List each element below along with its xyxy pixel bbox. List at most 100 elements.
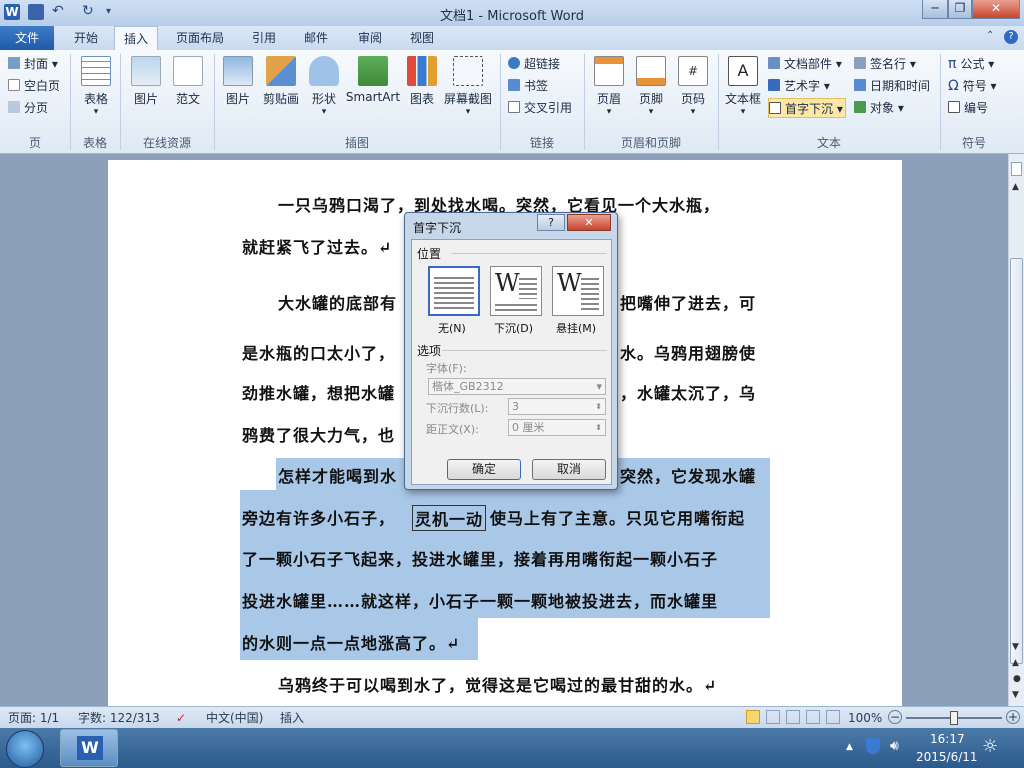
cross-reference-button[interactable]: 交叉引用 bbox=[508, 98, 572, 118]
print-layout-icon[interactable] bbox=[746, 710, 760, 724]
object-button[interactable]: 对象 ▾ bbox=[854, 98, 904, 118]
font-select[interactable]: 楷体_GB2312 ▾ bbox=[428, 378, 606, 395]
page-indicator[interactable]: 页面: 1/1 bbox=[8, 710, 59, 726]
insert-picture-button[interactable]: 图片 bbox=[220, 56, 256, 107]
web-layout-icon[interactable] bbox=[786, 710, 800, 724]
taskbar-word-button[interactable]: W bbox=[60, 729, 118, 767]
spin-icon: ⬍ bbox=[595, 423, 602, 432]
table-label: 表格 bbox=[83, 92, 108, 106]
tab-page-layout[interactable]: 页面布局 bbox=[168, 26, 232, 50]
equation-button[interactable]: π 公式 ▾ bbox=[948, 54, 994, 74]
symbol-button[interactable]: Ω 符号 ▾ bbox=[948, 76, 997, 96]
scroll-down-icon[interactable]: ▼ bbox=[1012, 642, 1019, 652]
quick-parts-button[interactable]: 文档部件 ▾ bbox=[768, 54, 842, 74]
page-break-label: 分页 bbox=[24, 101, 49, 115]
minimize-button[interactable]: ─ bbox=[922, 0, 948, 19]
signature-line-button[interactable]: 签名行 ▾ bbox=[854, 54, 916, 74]
drop-cap-option-dropped[interactable]: W bbox=[490, 266, 542, 316]
tab-review[interactable]: 审阅 bbox=[348, 26, 392, 50]
scroll-up-icon[interactable]: ▲ bbox=[1012, 182, 1019, 192]
online-picture-button[interactable]: 图片 bbox=[126, 56, 166, 107]
spin-icon: ⬍ bbox=[595, 402, 602, 411]
language-indicator[interactable]: 中文(中国) bbox=[206, 710, 263, 726]
dialog-close-button[interactable]: ✕ bbox=[567, 214, 611, 231]
dialog-title: 首字下沉 bbox=[413, 221, 462, 235]
close-button[interactable]: ✕ bbox=[972, 0, 1020, 19]
notification-icon[interactable]: ☼ bbox=[982, 736, 1008, 760]
zoom-out-icon[interactable]: − bbox=[888, 710, 902, 724]
outline-icon[interactable] bbox=[806, 710, 820, 724]
ok-button[interactable]: 确定 bbox=[447, 459, 521, 480]
ribbon-collapse-icon[interactable]: ⌃ bbox=[986, 30, 1000, 44]
scroll-thumb[interactable] bbox=[1010, 258, 1023, 664]
clock-time[interactable]: 16:17 bbox=[930, 732, 965, 746]
volume-icon[interactable]: 🔊︎ bbox=[890, 738, 899, 754]
bookmark-button[interactable]: 书签 bbox=[508, 76, 548, 96]
proofing-icon[interactable]: ✓ bbox=[176, 710, 186, 726]
date-time-label: 日期和时间 bbox=[870, 79, 931, 93]
cover-page-button[interactable]: 封面 ▾ bbox=[8, 54, 58, 74]
zoom-slider-thumb[interactable] bbox=[950, 711, 958, 725]
zoom-level[interactable]: 100% bbox=[848, 710, 882, 726]
start-button[interactable] bbox=[6, 730, 44, 768]
page-break-button[interactable]: 分页 bbox=[8, 98, 48, 118]
insert-mode-indicator[interactable]: 插入 bbox=[280, 710, 304, 726]
textbox-button[interactable]: A 文本框 ▾ bbox=[722, 56, 764, 117]
header-label: 页眉 bbox=[596, 92, 621, 106]
screenshot-button[interactable]: 屏幕截图 ▾ bbox=[442, 56, 494, 117]
ruler-toggle-icon[interactable] bbox=[1011, 162, 1022, 176]
shield-icon[interactable] bbox=[866, 738, 880, 754]
clipart-button[interactable]: 剪贴画 bbox=[260, 56, 302, 107]
template-button[interactable]: 范文 bbox=[168, 56, 208, 107]
numbering-button[interactable]: 编号 bbox=[948, 98, 988, 118]
distance-stepper[interactable]: 0 厘米 ⬍ bbox=[508, 419, 606, 436]
wordart-button[interactable]: 艺术字 ▾ bbox=[768, 76, 830, 96]
header-button[interactable]: 页眉 ▾ bbox=[590, 56, 628, 117]
draft-icon[interactable] bbox=[826, 710, 840, 724]
tab-references[interactable]: 引用 bbox=[242, 26, 286, 50]
tab-mailings[interactable]: 邮件 bbox=[294, 26, 338, 50]
drop-cap-option-margin[interactable]: W bbox=[552, 266, 604, 316]
chart-button[interactable]: 图表 bbox=[404, 56, 440, 107]
help-icon[interactable]: ? bbox=[1004, 30, 1018, 44]
hyperlink-label: 超链接 bbox=[524, 57, 561, 71]
footer-button[interactable]: 页脚 ▾ bbox=[632, 56, 670, 117]
full-screen-reading-icon[interactable] bbox=[766, 710, 780, 724]
previous-page-icon[interactable]: ▲ bbox=[1012, 658, 1019, 668]
page-number-button[interactable]: # 页码 ▾ bbox=[674, 56, 712, 117]
title-bar: W ↶ ↻ ▾ 文档1 - Microsoft Word ─ ❐ ✕ bbox=[0, 0, 1024, 26]
show-hidden-icons-icon[interactable]: ▲ bbox=[846, 742, 853, 752]
group-label-pages: 页 bbox=[28, 136, 41, 150]
hyperlink-button[interactable]: 超链接 bbox=[508, 54, 560, 74]
textbox-label: 文本框 bbox=[724, 92, 761, 106]
page-break-icon bbox=[8, 101, 20, 113]
next-page-icon[interactable]: ▼ bbox=[1012, 690, 1019, 700]
word-count[interactable]: 字数: 122/313 bbox=[78, 710, 160, 726]
signature-line-icon bbox=[854, 57, 866, 69]
tab-home[interactable]: 开始 bbox=[64, 26, 108, 50]
tab-insert[interactable]: 插入 bbox=[114, 26, 158, 50]
tab-file[interactable]: 文件 bbox=[0, 26, 54, 50]
zoom-in-icon[interactable]: + bbox=[1006, 710, 1020, 724]
smartart-button[interactable]: SmartArt bbox=[344, 56, 402, 104]
lines-to-drop-stepper[interactable]: 3 ⬍ bbox=[508, 398, 606, 415]
tab-view[interactable]: 视图 bbox=[400, 26, 444, 50]
shapes-button[interactable]: 形状 ▾ bbox=[306, 56, 342, 117]
blank-page-button[interactable]: 空白页 bbox=[8, 76, 60, 96]
lines-to-drop-label: 下沉行数(L): bbox=[426, 402, 489, 415]
table-button[interactable]: 表格 ▾ bbox=[74, 56, 118, 117]
lines-icon bbox=[434, 274, 474, 310]
cancel-button[interactable]: 取消 bbox=[532, 459, 606, 480]
vertical-scrollbar[interactable]: ▲ ▼ ▲ ● ▼ bbox=[1008, 154, 1024, 706]
bookmark-icon bbox=[508, 79, 520, 91]
clock-date[interactable]: 2015/6/11 bbox=[916, 750, 978, 764]
browse-object-icon[interactable]: ● bbox=[1013, 674, 1021, 684]
restore-button[interactable]: ❐ bbox=[948, 0, 972, 19]
bookmark-label: 书签 bbox=[524, 79, 549, 93]
drop-cap-label: 首字下沉 bbox=[785, 102, 834, 116]
date-time-button[interactable]: 日期和时间 bbox=[854, 76, 930, 96]
drop-cap-option-none[interactable] bbox=[428, 266, 480, 316]
dialog-help-button[interactable]: ? bbox=[537, 214, 565, 231]
drop-cap-button[interactable]: 首字下沉 ▾ bbox=[768, 98, 846, 118]
numbering-label: 编号 bbox=[964, 101, 989, 115]
